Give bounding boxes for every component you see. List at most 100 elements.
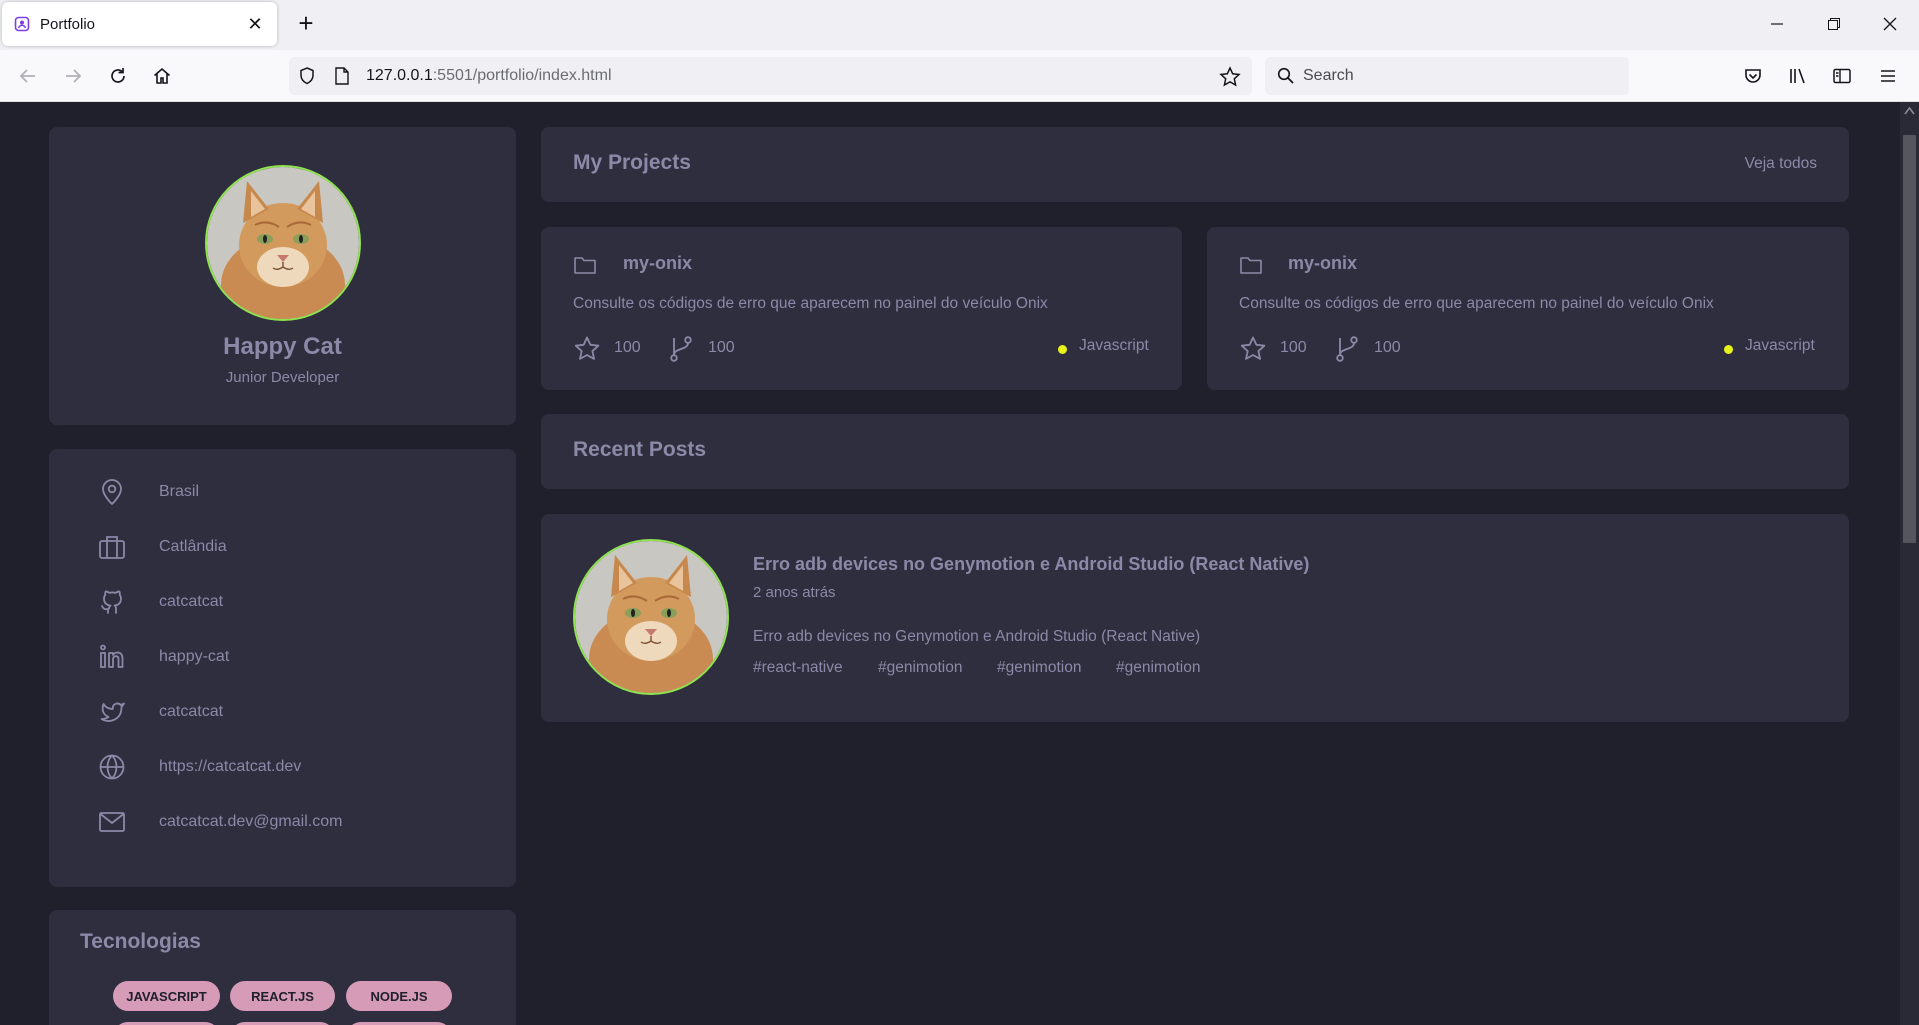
- star-icon: [1240, 336, 1266, 360]
- restore-icon: [1828, 18, 1840, 30]
- post-card[interactable]: Erro adb devices no Genymotion e Android…: [541, 514, 1849, 722]
- address-bar[interactable]: 127.0.0.1:5501/portfolio/index.html: [289, 57, 1252, 95]
- post-tag[interactable]: #genimotion: [997, 659, 1081, 677]
- github-icon: [101, 590, 122, 614]
- new-tab-button[interactable]: +: [292, 10, 320, 38]
- info-github[interactable]: catcatcat: [97, 585, 223, 619]
- forward-button[interactable]: [59, 62, 87, 90]
- fork-count: 100: [708, 339, 735, 356]
- info-twitter[interactable]: catcatcat: [97, 695, 223, 729]
- post-title[interactable]: Erro adb devices no Genymotion e Android…: [753, 554, 1309, 575]
- url-path: :5501/portfolio/index.html: [432, 67, 612, 84]
- profile-role: Junior Developer: [225, 369, 340, 386]
- git-fork-icon: [670, 336, 692, 362]
- tech-tag: REACT.JS: [230, 981, 335, 1011]
- project-name[interactable]: my-onix: [623, 253, 692, 274]
- sidebar-icon: [1833, 68, 1851, 84]
- projects-title: My Projects: [573, 151, 691, 174]
- library-button[interactable]: [1784, 62, 1812, 90]
- recent-posts-header: Recent Posts: [541, 414, 1849, 489]
- post-tag[interactable]: #genimotion: [878, 659, 962, 677]
- website-link[interactable]: https://catcatcat.dev: [159, 758, 301, 776]
- restore-window-button[interactable]: [1814, 10, 1854, 38]
- briefcase-icon: [99, 536, 125, 559]
- folder-icon: [574, 257, 596, 274]
- shield-icon[interactable]: [297, 66, 317, 86]
- bookmark-star-icon[interactable]: [1219, 66, 1241, 88]
- tech-tag: NODE.JS: [346, 981, 452, 1011]
- search-icon: [1277, 67, 1294, 84]
- page-icon[interactable]: [333, 66, 351, 86]
- tech-tag: JAVASCRIPT: [113, 981, 220, 1011]
- fork-count: 100: [1374, 339, 1401, 356]
- arrow-right-icon: [66, 69, 82, 83]
- project-card[interactable]: my-onix Consulte os códigos de erro que …: [541, 227, 1182, 390]
- back-button[interactable]: [14, 62, 42, 90]
- project-card[interactable]: my-onix Consulte os códigos de erro que …: [1207, 227, 1849, 390]
- minimize-icon: [1771, 23, 1783, 25]
- twitter-icon: [100, 702, 125, 722]
- globe-icon: [99, 754, 125, 780]
- reload-button[interactable]: [104, 62, 132, 90]
- language-dot: [1724, 345, 1733, 354]
- pocket-button[interactable]: [1739, 62, 1767, 90]
- search-bar[interactable]: Search: [1265, 57, 1629, 95]
- project-language: Javascript: [1079, 337, 1149, 354]
- project-name[interactable]: my-onix: [1288, 253, 1357, 274]
- browser-nav-bar: 127.0.0.1:5501/portfolio/index.html Sear…: [0, 50, 1919, 102]
- project-description: Consulte os códigos de erro que aparecem…: [573, 295, 1048, 312]
- cat-photo-post: [575, 541, 727, 693]
- post-tag[interactable]: #genimotion: [1116, 659, 1200, 677]
- technologies-title: Tecnologias: [80, 930, 201, 953]
- star-count: 100: [1280, 339, 1307, 356]
- info-linkedin[interactable]: happy-cat: [97, 640, 229, 674]
- info-website[interactable]: https://catcatcat.dev: [97, 750, 301, 784]
- scrollbar-thumb[interactable]: [1903, 135, 1916, 543]
- post-body: Erro adb devices no Genymotion e Android…: [753, 628, 1201, 645]
- see-all-link[interactable]: Veja todos: [1745, 155, 1817, 173]
- browser-tab[interactable]: Portfolio ✕: [2, 2, 277, 46]
- github-link[interactable]: catcatcat: [159, 593, 223, 611]
- minimize-window-button[interactable]: [1757, 10, 1797, 38]
- location-pin-icon: [102, 479, 122, 506]
- post-tag[interactable]: #react-native: [753, 659, 843, 677]
- info-email[interactable]: catcatcat.dev@gmail.com: [97, 805, 342, 839]
- git-fork-icon: [1336, 336, 1358, 362]
- mail-icon: [99, 812, 125, 832]
- menu-button[interactable]: [1874, 62, 1902, 90]
- twitter-link[interactable]: catcatcat: [159, 703, 223, 721]
- cat-photo-avatar: [207, 167, 359, 319]
- arrow-left-icon: [19, 69, 35, 83]
- close-window-button[interactable]: [1870, 10, 1910, 38]
- contact-info-card: Brasil Catlândia catcatcat happy-cat cat…: [49, 449, 516, 887]
- info-country: Brasil: [97, 475, 199, 509]
- home-icon: [153, 67, 171, 84]
- profile-card: Happy Cat Junior Developer: [49, 127, 516, 425]
- post-avatar: [573, 539, 729, 695]
- page-scrollbar[interactable]: [1900, 102, 1919, 1025]
- url-text[interactable]: 127.0.0.1:5501/portfolio/index.html: [366, 67, 612, 85]
- sidebar-toggle-button[interactable]: [1828, 62, 1856, 90]
- hamburger-menu-icon: [1881, 70, 1895, 82]
- browser-tab-bar: Portfolio ✕ +: [0, 0, 1919, 50]
- reload-icon: [111, 68, 125, 83]
- scroll-up-arrow-icon[interactable]: [1904, 106, 1915, 116]
- tab-title: Portfolio: [40, 15, 96, 33]
- country-text: Brasil: [159, 483, 200, 500]
- avatar: [205, 165, 361, 321]
- recent-posts-title: Recent Posts: [573, 438, 707, 461]
- url-host: 127.0.0.1: [366, 67, 433, 84]
- profile-name: Happy Cat: [223, 333, 342, 360]
- technologies-card: Tecnologias JAVASCRIPT REACT.JS NODE.JS: [49, 910, 516, 1025]
- project-language: Javascript: [1745, 337, 1815, 354]
- projects-header: My Projects Veja todos: [541, 127, 1849, 202]
- linkedin-icon: [100, 644, 124, 668]
- email-link[interactable]: catcatcat.dev@gmail.com: [159, 813, 342, 831]
- close-tab-icon[interactable]: ✕: [245, 14, 265, 35]
- info-company: Catlândia: [97, 530, 227, 564]
- pocket-icon: [1745, 69, 1761, 83]
- post-time: 2 anos atrás: [753, 584, 836, 601]
- search-input[interactable]: Search: [1303, 67, 1354, 85]
- home-button[interactable]: [148, 62, 176, 90]
- linkedin-link[interactable]: happy-cat: [159, 648, 229, 666]
